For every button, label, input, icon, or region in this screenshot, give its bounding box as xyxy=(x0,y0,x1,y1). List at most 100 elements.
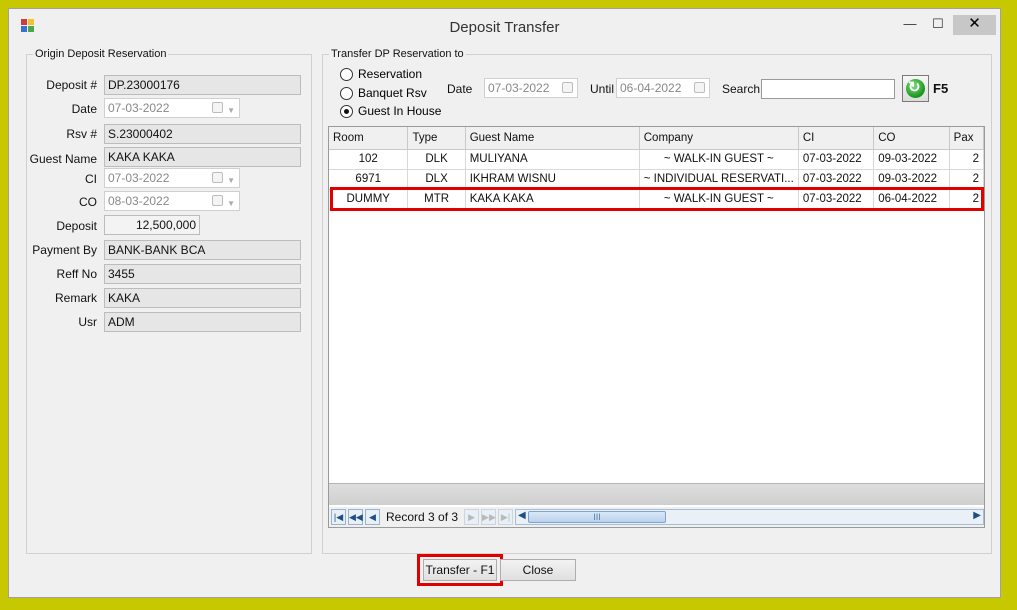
chevron-down-icon: ▼ xyxy=(227,199,235,208)
cell-pax: 2 xyxy=(949,149,985,170)
prev-page-button[interactable]: ◀◀ xyxy=(348,509,363,525)
prev-record-button[interactable]: ◀ xyxy=(365,509,380,525)
cell-company: ~ INDIVIDUAL RESERVATI... xyxy=(639,169,799,190)
column-header-guest-name[interactable]: Guest Name xyxy=(465,127,640,150)
filter-date-value: 07-03-2022 xyxy=(488,81,550,95)
scroll-right-icon[interactable]: ▶ xyxy=(973,510,981,521)
search-input[interactable] xyxy=(761,79,895,99)
close-window-button[interactable]: ✕ xyxy=(953,15,996,35)
horizontal-scrollbar[interactable]: ◀ III ▶ xyxy=(515,509,984,525)
deposit-no-label: Deposit # xyxy=(46,78,97,92)
column-header-ci[interactable]: CI xyxy=(798,127,875,150)
column-header-company[interactable]: Company xyxy=(639,127,799,150)
refresh-button[interactable] xyxy=(902,75,929,102)
origin-group-legend: Origin Deposit Reservation xyxy=(35,48,167,60)
guest-name-field[interactable]: KAKA KAKA xyxy=(104,147,301,167)
cell-guest-name: MULIYANA xyxy=(465,149,640,170)
table-header-row: Room Type Guest Name Company CI CO Pax xyxy=(329,127,985,150)
chevron-down-icon: ▼ xyxy=(227,176,235,185)
first-record-button[interactable]: |◀ xyxy=(331,509,346,525)
rsv-no-label: Rsv # xyxy=(66,127,97,141)
column-header-type[interactable]: Type xyxy=(407,127,466,150)
date-label: Date xyxy=(71,102,97,116)
cell-company: ~ WALK-IN GUEST ~ xyxy=(639,149,799,170)
until-label: Until xyxy=(590,82,615,96)
radio-banquet-rsv[interactable]: Banquet Rsv xyxy=(340,86,427,100)
table-row[interactable]: 6971 DLX IKHRAM WISNU ~ INDIVIDUAL RESER… xyxy=(329,169,985,190)
payment-by-field[interactable]: BANK-BANK BCA xyxy=(104,240,301,260)
cell-type: DLX xyxy=(407,169,466,190)
table-row[interactable]: 102 DLK MULIYANA ~ WALK-IN GUEST ~ 07-03… xyxy=(329,149,985,170)
grid-footer-bar xyxy=(329,483,984,505)
until-date-picker[interactable]: 06-04-2022 xyxy=(616,78,710,98)
radio-guest-in-house-label: Guest In House xyxy=(358,104,442,118)
payment-by-label: Payment By xyxy=(32,243,97,257)
maximize-button[interactable]: ☐ xyxy=(925,15,951,35)
cell-ci: 07-03-2022 xyxy=(798,169,875,190)
window-title: Deposit Transfer xyxy=(449,19,560,36)
next-page-button[interactable]: ▶▶ xyxy=(481,509,497,525)
co-value: 08-03-2022 xyxy=(108,194,170,208)
column-header-room[interactable]: Room xyxy=(329,127,409,150)
title-bar: Deposit Transfer — ☐ ✕ xyxy=(9,9,1000,39)
refresh-shortcut-label: F5 xyxy=(933,81,949,96)
guest-name-label: Guest Name xyxy=(29,152,97,166)
record-navigator: |◀ ◀◀ ◀ Record 3 of 3 ▶ ▶▶ ▶| ◀ III ▶ xyxy=(329,507,984,527)
remark-field[interactable]: KAKA xyxy=(104,288,301,308)
cell-ci: 07-03-2022 xyxy=(798,149,875,170)
chevron-down-icon: ▼ xyxy=(227,106,235,115)
radio-dot-selected xyxy=(340,104,353,118)
radio-dot xyxy=(340,67,353,81)
usr-label: Usr xyxy=(78,315,97,329)
date-value: 07-03-2022 xyxy=(108,101,170,115)
column-header-co[interactable]: CO xyxy=(873,127,950,150)
cell-room: 6971 xyxy=(329,169,409,190)
reff-no-label: Reff No xyxy=(56,267,97,281)
radio-reservation[interactable]: Reservation xyxy=(340,67,422,81)
calendar-icon xyxy=(694,82,705,93)
calendar-icon xyxy=(212,195,223,206)
until-date-value: 06-04-2022 xyxy=(620,81,682,95)
search-label: Search xyxy=(722,82,761,96)
cell-room: 102 xyxy=(329,149,409,170)
co-label: CO xyxy=(79,195,97,209)
record-status: Record 3 of 3 xyxy=(386,510,459,524)
co-date-picker[interactable]: 08-03-2022 ▼ xyxy=(104,191,240,211)
calendar-icon xyxy=(212,102,223,113)
radio-banquet-label: Banquet Rsv xyxy=(358,86,427,100)
minimize-button[interactable]: — xyxy=(897,15,923,35)
cell-co: 09-03-2022 xyxy=(873,149,950,170)
calendar-icon xyxy=(212,172,223,183)
refresh-icon xyxy=(906,78,925,98)
scroll-thumb[interactable]: III xyxy=(528,511,667,523)
ci-date-picker[interactable]: 07-03-2022 ▼ xyxy=(104,168,240,188)
ci-label: CI xyxy=(85,172,97,186)
deposit-amount-label: Deposit xyxy=(56,219,97,233)
next-record-button[interactable]: ▶ xyxy=(464,509,480,525)
radio-guest-in-house[interactable]: Guest In House xyxy=(340,104,441,118)
transfer-group-legend: Transfer DP Reservation to xyxy=(331,48,464,60)
transfer-button-highlight xyxy=(417,554,503,586)
close-button[interactable]: Close xyxy=(500,559,576,581)
column-header-pax[interactable]: Pax xyxy=(949,127,985,150)
filter-date-label: Date xyxy=(447,82,473,96)
deposit-transfer-window: Deposit Transfer — ☐ ✕ Origin Deposit Re… xyxy=(8,8,1001,598)
radio-reservation-label: Reservation xyxy=(358,67,423,81)
cell-type: DLK xyxy=(407,149,466,170)
calendar-icon xyxy=(562,82,573,93)
date-picker[interactable]: 07-03-2022 ▼ xyxy=(104,98,240,118)
rsv-no-field[interactable]: S.23000402 xyxy=(104,124,301,144)
cell-co: 09-03-2022 xyxy=(873,169,950,190)
reservation-grid: Room Type Guest Name Company CI CO Pax 1… xyxy=(328,126,985,528)
deposit-amount-field[interactable]: 12,500,000 xyxy=(104,215,200,235)
usr-field[interactable]: ADM xyxy=(104,312,301,332)
cell-guest-name: IKHRAM WISNU xyxy=(465,169,640,190)
reff-no-field[interactable]: 3455 xyxy=(104,264,301,284)
cell-pax: 2 xyxy=(949,169,985,190)
ci-value: 07-03-2022 xyxy=(108,171,170,185)
filter-date-picker[interactable]: 07-03-2022 xyxy=(484,78,578,98)
deposit-no-field[interactable]: DP.23000176 xyxy=(104,75,301,95)
selected-row-highlight xyxy=(330,187,984,211)
last-record-button[interactable]: ▶| xyxy=(498,509,514,525)
scroll-left-icon[interactable]: ◀ xyxy=(518,510,526,521)
